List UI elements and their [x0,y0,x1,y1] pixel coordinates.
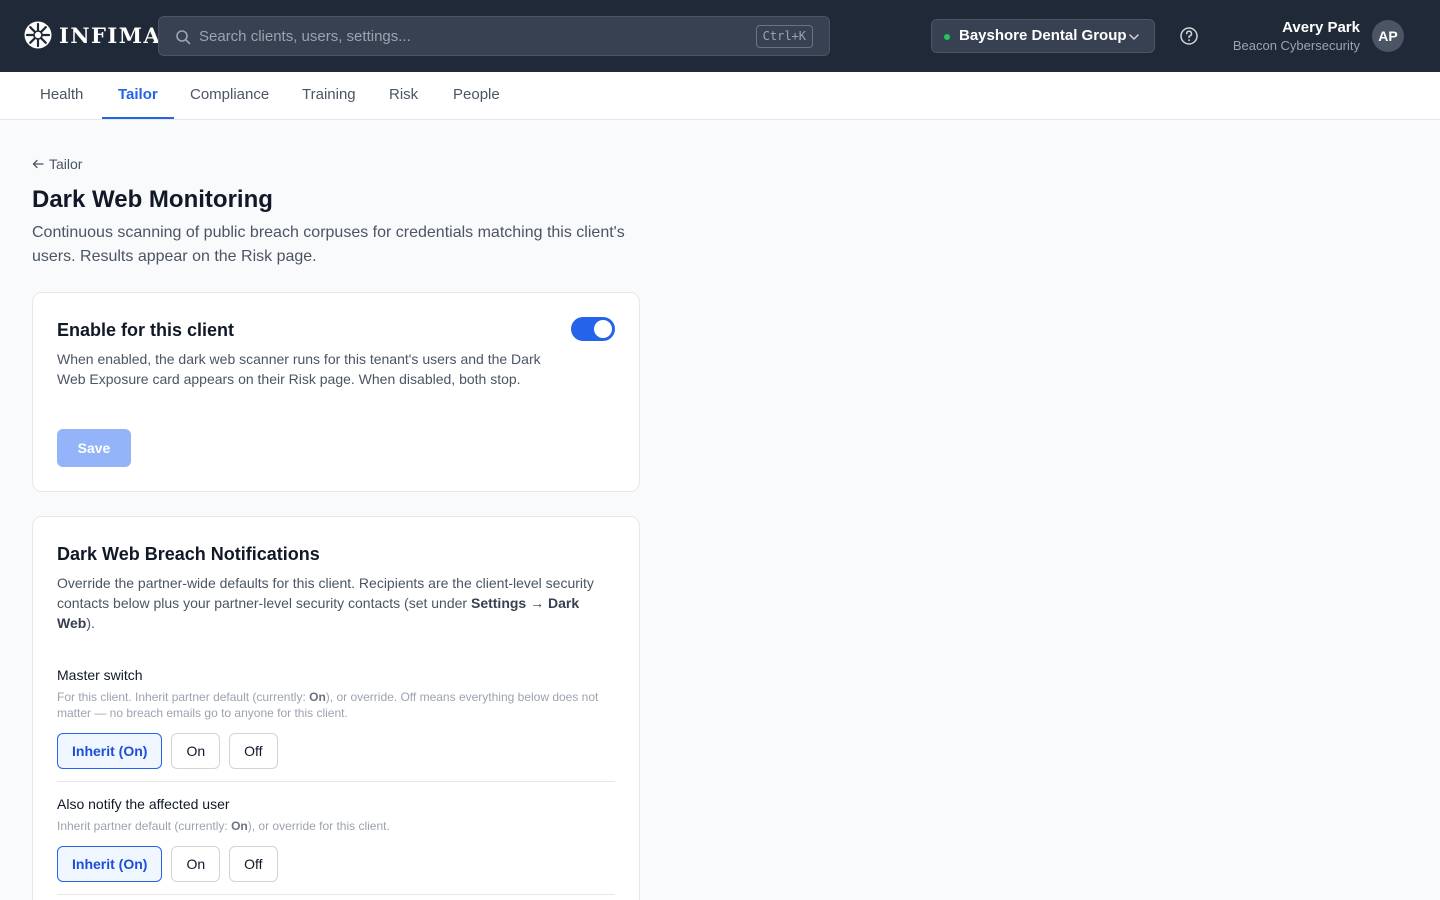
user-avatar[interactable]: AP [1372,20,1404,52]
current-default: On [231,819,248,833]
top-bar: INFIMA Ctrl+K Bayshore Dental Group Aver… [0,0,1440,72]
enable-monitoring-toggle[interactable] [571,317,615,341]
tab-compliance[interactable]: Compliance [174,72,285,119]
search-icon [176,30,191,45]
master-switch-off-option[interactable]: Off [229,733,278,769]
tab-risk[interactable]: Risk [373,72,434,119]
enable-card-title: Enable for this client [57,320,235,340]
notify-user-label: Also notify the affected user [57,796,230,812]
help-text: For this client. Inherit partner default… [57,690,310,704]
notify-user-off-option[interactable]: Off [229,846,278,882]
client-status-dot [944,34,950,40]
enable-card-description: When enabled, the dark web scanner runs … [57,351,541,387]
arrow-left-icon [32,159,44,169]
brand-name: INFIMA [59,22,162,48]
help-text: Inherit partner default (currently: [57,819,232,833]
setting-divider [57,894,615,895]
brand-logo[interactable]: INFIMA [24,21,161,49]
page-description: Continuous scanning of public breach cor… [32,224,625,265]
global-search[interactable]: Ctrl+K [158,16,830,56]
notify-user-help: Inherit partner default (currently: On),… [57,818,613,834]
help-text-end: ), or override for this client. [247,819,390,833]
user-organization: Beacon Cybersecurity [1232,38,1360,53]
chevron-down-icon [1129,34,1139,40]
page-title: Dark Web Monitoring [32,186,273,213]
client-selector[interactable]: Bayshore Dental Group [931,19,1155,53]
section-tabs: Health Tailor Compliance Training Risk P… [0,72,1440,120]
current-default: On [309,690,326,704]
master-switch-options: Inherit (On) On Off [57,733,287,769]
master-switch-inherit-option[interactable]: Inherit (On) [57,733,163,769]
search-shortcut-hint: Ctrl+K [755,25,813,48]
back-link-label: Tailor [49,156,83,172]
master-switch-help: For this client. Inherit partner default… [57,689,613,721]
notify-user-inherit-option[interactable]: Inherit (On) [57,846,163,882]
setting-divider [57,781,615,782]
tab-training[interactable]: Training [286,72,372,119]
save-button[interactable]: Save [57,429,131,467]
notify-user-options: Inherit (On) On Off [57,846,287,882]
breach-notifications-card: Dark Web Breach Notifications Override t… [32,516,640,900]
description-text-end: ). [86,615,95,631]
tab-people[interactable]: People [437,72,516,119]
notifications-card-title: Dark Web Breach Notifications [57,544,320,564]
notify-user-on-option[interactable]: On [171,846,221,882]
back-link[interactable]: Tailor [32,156,82,172]
master-switch-label: Master switch [57,667,143,683]
master-switch-on-option[interactable]: On [171,733,221,769]
search-input[interactable] [199,25,739,47]
help-icon[interactable] [1179,26,1199,46]
infima-logo-icon [24,21,52,49]
tab-tailor[interactable]: Tailor [102,72,174,119]
tab-health[interactable]: Health [24,72,99,119]
notifications-card-description: Override the partner-wide defaults for t… [57,573,613,633]
client-selector-value: Bayshore Dental Group [959,27,1127,44]
toggle-knob [594,320,612,338]
user-name: Avery Park [1282,19,1360,36]
enable-client-card: Enable for this client When enabled, the… [32,292,640,492]
